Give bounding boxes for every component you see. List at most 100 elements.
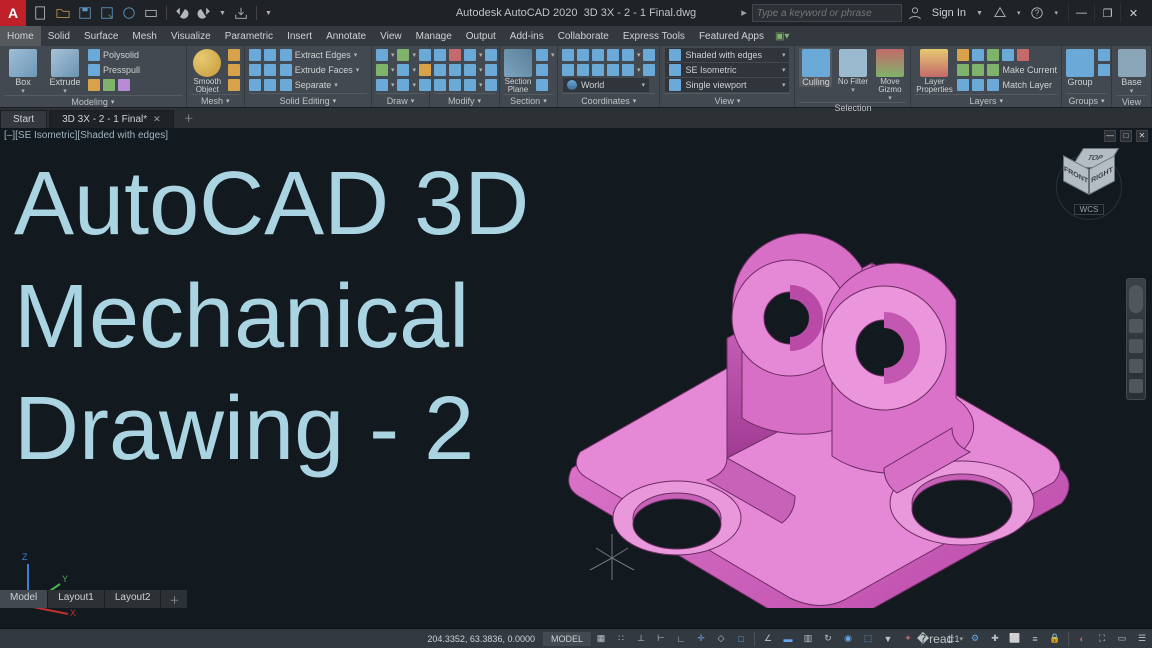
open-icon[interactable] <box>56 6 70 20</box>
panel-layers-title[interactable]: Layers▾ <box>915 94 1057 107</box>
help-search[interactable]: ▸ <box>741 4 902 22</box>
move-gizmo-button[interactable]: Move Gizmo▾ <box>873 48 906 102</box>
tab-surface[interactable]: Surface <box>77 26 125 46</box>
extrude-button[interactable]: Extrude▾ <box>46 48 84 95</box>
viewcube[interactable]: TOP FRONT RIGHT WCS <box>1054 148 1124 228</box>
nofilter-button[interactable]: No Filter▾ <box>836 48 869 94</box>
layout-tab-add[interactable]: ＋ <box>161 590 187 608</box>
3dosnap-icon[interactable]: ◉ <box>840 631 856 647</box>
help-search-input[interactable] <box>752 4 902 22</box>
tab-mesh[interactable]: Mesh <box>125 26 163 46</box>
match-layer-button[interactable]: Match Layer <box>957 78 1057 92</box>
grid-icon[interactable]: ▦ <box>593 631 609 647</box>
units-icon[interactable]: ⬜ <box>1007 631 1023 647</box>
panel-modeling-title[interactable]: Modeling▾ <box>4 95 182 107</box>
doctab-start[interactable]: Start <box>0 110 47 128</box>
app-logo[interactable]: A <box>0 0 26 26</box>
signin-label[interactable]: Sign In <box>932 7 966 19</box>
cycling-icon[interactable]: ↻ <box>820 631 836 647</box>
tab-addins[interactable]: Add-ins <box>503 26 551 46</box>
move-gizmo[interactable] <box>582 528 642 588</box>
visual-style-combo[interactable]: Shaded with edges▾ <box>664 48 790 62</box>
orbit-icon[interactable] <box>1129 359 1143 373</box>
saveas-icon[interactable] <box>100 6 114 20</box>
annomon-icon[interactable]: ✚ <box>987 631 1003 647</box>
layout-tab-model[interactable]: Model <box>0 590 48 608</box>
qat-dropdown-icon[interactable]: ▼ <box>219 10 226 17</box>
layout-tab-layout2[interactable]: Layout2 <box>105 590 162 608</box>
hwaccel-icon[interactable]: ⛶ <box>1094 631 1110 647</box>
world-ucs-combo[interactable]: World▾ <box>562 78 656 92</box>
tab-output[interactable]: Output <box>459 26 503 46</box>
layer-properties-button[interactable]: Layer Properties <box>915 48 953 94</box>
cleanscreen-icon[interactable]: ▭ <box>1114 631 1130 647</box>
qprops-icon[interactable]: ≡ <box>1027 631 1043 647</box>
panel-view-title[interactable]: View▾ <box>664 93 790 107</box>
a360-icon[interactable] <box>993 6 1007 20</box>
box-button[interactable]: Box▾ <box>4 48 42 95</box>
lwt-icon[interactable]: ▬ <box>780 631 796 647</box>
close-button[interactable]: ✕ <box>1120 4 1146 22</box>
section-plane-button[interactable]: Section Plane <box>504 48 532 94</box>
tab-home[interactable]: Home <box>0 26 41 46</box>
help-icon[interactable]: ? <box>1030 6 1044 20</box>
signin-icon[interactable] <box>908 6 922 20</box>
revolve-button[interactable] <box>88 78 140 92</box>
tab-view[interactable]: View <box>373 26 409 46</box>
close-tab-icon[interactable]: ✕ <box>153 114 161 125</box>
status-model-badge[interactable]: MODEL <box>543 632 591 646</box>
lock-ui-icon[interactable]: 🔒 <box>1047 631 1063 647</box>
filter-icon[interactable]: ▼ <box>880 631 896 647</box>
maximize-button[interactable]: ❐ <box>1094 4 1120 22</box>
minimize-button[interactable]: — <box>1068 4 1094 22</box>
panel-coordinates-title[interactable]: Coordinates▾ <box>562 93 656 107</box>
presspull-button[interactable]: Presspull <box>88 63 140 77</box>
new-tab-button[interactable]: ＋ <box>176 107 202 128</box>
custom-icon[interactable]: ☰ <box>1134 631 1150 647</box>
gizmo2-icon[interactable]: ✦ <box>900 631 916 647</box>
separate-button[interactable]: Separate▾ <box>280 78 360 92</box>
tab-collaborate[interactable]: Collaborate <box>551 26 616 46</box>
smooth-object-button[interactable]: Smooth Object <box>191 48 224 94</box>
extract-edges-button[interactable]: Extract Edges▾ <box>280 48 360 62</box>
doctab-active[interactable]: 3D 3X - 2 - 1 Final*✕ <box>49 110 174 128</box>
panel-draw-title[interactable]: Draw▾ <box>376 93 425 107</box>
panel-section-title[interactable]: Section▾ <box>504 94 553 107</box>
panel-groups-title[interactable]: Groups▾ <box>1066 93 1107 107</box>
tab-manage[interactable]: Manage <box>409 26 459 46</box>
new-icon[interactable] <box>34 6 48 20</box>
tab-parametric[interactable]: Parametric <box>218 26 280 46</box>
steering-wheel-icon[interactable] <box>1129 285 1143 313</box>
showmotion-icon[interactable] <box>1129 379 1143 393</box>
annoscale-icon[interactable]: �read <box>927 631 943 647</box>
redo-icon[interactable] <box>197 6 211 20</box>
zoom-icon[interactable] <box>1129 339 1143 353</box>
panel-solid-editing-title[interactable]: Solid Editing▾ <box>249 93 367 107</box>
transparency-icon[interactable]: ▥ <box>800 631 816 647</box>
viewport-combo[interactable]: Single viewport▾ <box>664 78 790 92</box>
polysolid-button[interactable]: Polysolid <box>88 48 140 62</box>
ortho-icon[interactable]: ∟ <box>673 631 689 647</box>
culling-button[interactable]: Culling <box>799 48 832 87</box>
undo-icon[interactable] <box>175 6 189 20</box>
make-current-button[interactable]: Make Current <box>957 63 1057 77</box>
extrude-faces-button[interactable]: Extrude Faces▾ <box>280 63 360 77</box>
status-coordinates[interactable]: 204.3352, 63.3836, 0.0000 <box>419 634 543 644</box>
share-icon[interactable] <box>234 6 248 20</box>
osnap-icon[interactable]: □ <box>733 631 749 647</box>
tab-visualize[interactable]: Visualize <box>164 26 218 46</box>
save-icon[interactable] <box>78 6 92 20</box>
isolate-icon[interactable]: ◐ <box>1074 631 1090 647</box>
vp-close-icon[interactable]: ✕ <box>1136 130 1148 142</box>
drawing-canvas[interactable]: [–][SE Isometric][Shaded with edges] — □… <box>0 128 1152 628</box>
snap-icon[interactable]: ∷ <box>613 631 629 647</box>
layout-tab-layout1[interactable]: Layout1 <box>48 590 105 608</box>
tab-solid[interactable]: Solid <box>41 26 77 46</box>
tab-annotate[interactable]: Annotate <box>319 26 373 46</box>
dynucs-icon[interactable]: ⬚ <box>860 631 876 647</box>
layer-state-row[interactable] <box>957 48 1057 62</box>
workspace-dropdown-icon[interactable]: ▼ <box>265 10 272 17</box>
web-icon[interactable] <box>122 6 136 20</box>
tab-launcher-icon[interactable]: ▣▾ <box>771 26 793 46</box>
tab-featuredapps[interactable]: Featured Apps <box>692 26 771 46</box>
